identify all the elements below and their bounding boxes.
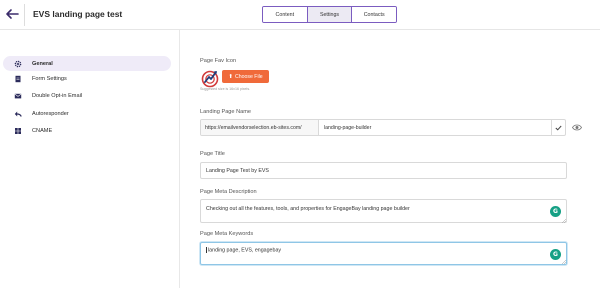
upload-icon: ⬆ bbox=[228, 73, 233, 80]
sidebar-item-label: General bbox=[32, 60, 53, 67]
eye-icon[interactable] bbox=[572, 123, 582, 132]
reply-icon bbox=[14, 110, 22, 118]
sidebar-item-label: Form Settings bbox=[32, 75, 67, 82]
meta-keywords-textarea[interactable]: landing page, EVS, engagebay bbox=[200, 242, 567, 265]
page-title: EVS landing page test bbox=[33, 9, 123, 19]
mail-icon bbox=[14, 92, 22, 100]
resize-handle-icon[interactable] bbox=[562, 260, 566, 264]
settings-sidebar: General Form Settings Double Opt-in Emai… bbox=[0, 30, 180, 288]
sidebar-item-general[interactable]: General bbox=[3, 56, 171, 71]
meta-description-label: Page Meta Description bbox=[200, 189, 257, 195]
page-title-label: Page Title bbox=[200, 151, 225, 157]
gear-icon bbox=[14, 60, 22, 68]
sidebar-item-cname[interactable]: CNAME bbox=[3, 123, 171, 138]
landing-page-url-group: https://emailvendorselection.eb-sites.co… bbox=[200, 119, 566, 136]
url-prefix: https://emailvendorselection.eb-sites.co… bbox=[201, 120, 319, 135]
tab-contacts[interactable]: Contacts bbox=[351, 7, 396, 22]
grammarly-icon[interactable]: G bbox=[550, 206, 561, 217]
resize-handle-icon[interactable] bbox=[562, 219, 566, 223]
sidebar-item-label: Autoresponder bbox=[32, 110, 69, 117]
confirm-button[interactable] bbox=[551, 120, 565, 135]
general-settings-panel: Page Fav Icon ⬆ Choose File Suggested si… bbox=[181, 30, 600, 288]
landing-page-name-label: Landing Page Name bbox=[200, 109, 252, 115]
choose-file-label: Choose File bbox=[234, 73, 263, 80]
sidebar-item-label: Double Opt-in Email bbox=[32, 92, 83, 99]
checkmark-icon bbox=[555, 125, 562, 131]
sidebar-item-label: CNAME bbox=[32, 127, 53, 134]
favicon-size-note: Suggested size is 16x16 pixels. bbox=[200, 87, 251, 91]
top-bar: EVS landing page test Content Settings C… bbox=[0, 0, 600, 30]
tab-settings[interactable]: Settings bbox=[306, 7, 352, 22]
sidebar-item-autoresponder[interactable]: Autoresponder bbox=[3, 106, 171, 121]
favicon-preview-icon bbox=[201, 70, 219, 88]
meta-keywords-label: Page Meta Keywords bbox=[200, 231, 254, 237]
meta-keywords-value: landing page, EVS, engagebay bbox=[208, 247, 282, 254]
header-divider bbox=[24, 4, 25, 26]
tab-group: Content Settings Contacts bbox=[262, 6, 397, 23]
text-caret bbox=[206, 247, 207, 253]
page-title-input[interactable]: Landing Page Test by EVS bbox=[200, 162, 567, 179]
meta-description-textarea[interactable]: Checking out all the features, tools, an… bbox=[200, 199, 567, 223]
document-icon bbox=[14, 75, 22, 83]
back-arrow-icon[interactable] bbox=[5, 7, 19, 21]
favicon-label: Page Fav Icon bbox=[200, 58, 237, 64]
tab-content[interactable]: Content bbox=[263, 7, 307, 22]
grammarly-icon[interactable]: G bbox=[550, 249, 561, 260]
grid-icon bbox=[14, 127, 22, 135]
sidebar-item-double-opt-in-email[interactable]: Double Opt-in Email bbox=[3, 88, 171, 103]
choose-file-button[interactable]: ⬆ Choose File bbox=[222, 70, 269, 83]
landing-page-name-input[interactable]: landing-page-builder bbox=[319, 120, 551, 135]
sidebar-item-form-settings[interactable]: Form Settings bbox=[3, 71, 171, 86]
